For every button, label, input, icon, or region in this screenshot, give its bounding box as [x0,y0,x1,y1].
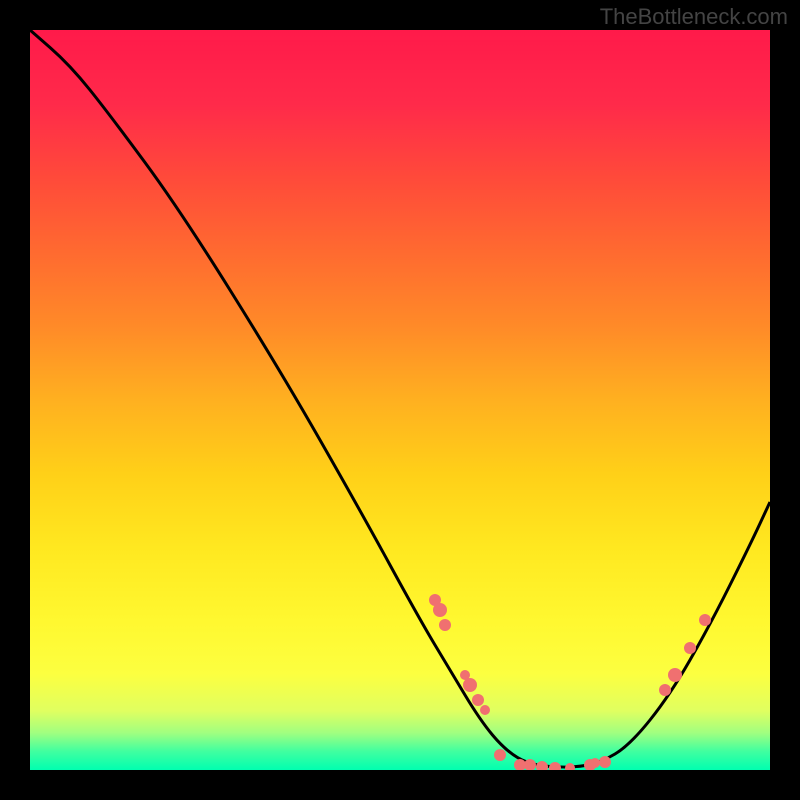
points-group [429,594,711,770]
data-point [565,763,575,770]
chart-svg [30,30,770,770]
data-point [536,761,548,770]
data-point [494,749,506,761]
data-point [472,694,484,706]
data-point [590,758,600,768]
data-point [668,668,682,682]
data-point [463,678,477,692]
plot-area [30,30,770,770]
data-point [684,642,696,654]
data-point [599,756,611,768]
data-point [659,684,671,696]
data-point [439,619,451,631]
data-point [549,762,561,770]
watermark-text: TheBottleneck.com [600,4,788,30]
data-point [699,614,711,626]
data-point [433,603,447,617]
data-point [480,705,490,715]
curve-line [30,30,770,767]
